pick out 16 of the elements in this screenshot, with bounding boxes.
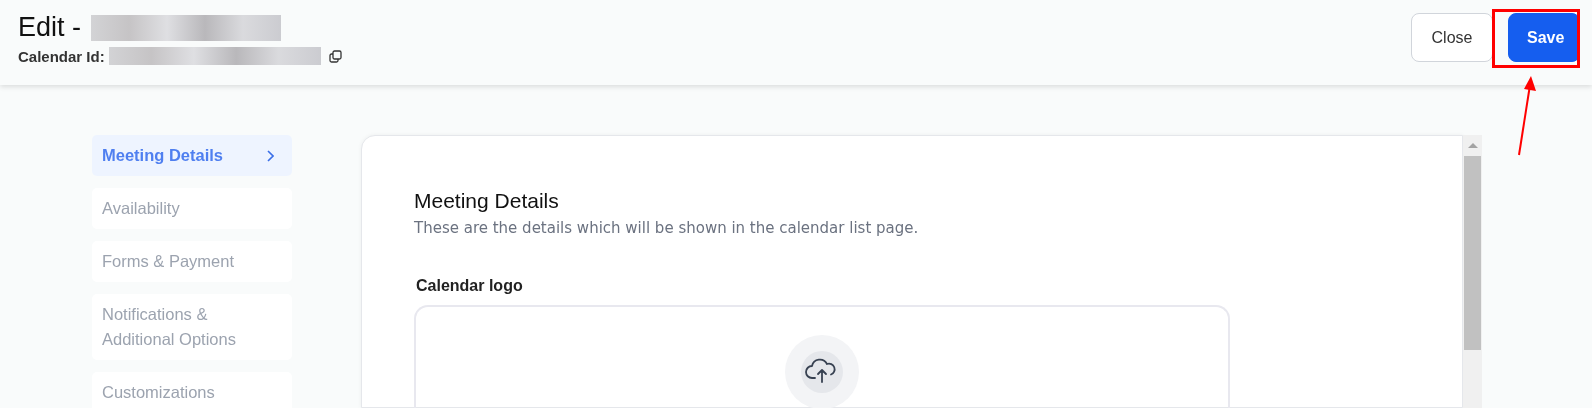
- close-button[interactable]: Close: [1411, 13, 1493, 62]
- sidebar-item[interactable]: Notifications & Additional Options: [92, 294, 292, 360]
- copy-icon[interactable]: [328, 49, 342, 63]
- sidebar-item[interactable]: Customizations: [92, 372, 292, 408]
- sidebar-item[interactable]: Availability: [92, 188, 292, 229]
- id-label: Calendar Id:: [18, 47, 105, 65]
- field-label: Calendar logo: [416, 277, 524, 295]
- section-description: These are the details which will be shown in the calendar list page.: [414, 219, 920, 237]
- scrollbar[interactable]: [1463, 135, 1482, 408]
- sidebar-item[interactable]: Forms & Payment: [92, 241, 292, 282]
- chevron-right-icon: [266, 149, 274, 162]
- save-button[interactable]: Save: [1508, 13, 1580, 62]
- section-title: Meeting Details: [414, 189, 560, 213]
- sidebar-item[interactable]: Meeting Details: [92, 135, 292, 176]
- page-title: Edit -: [18, 12, 82, 43]
- upload-area[interactable]: [414, 305, 1230, 408]
